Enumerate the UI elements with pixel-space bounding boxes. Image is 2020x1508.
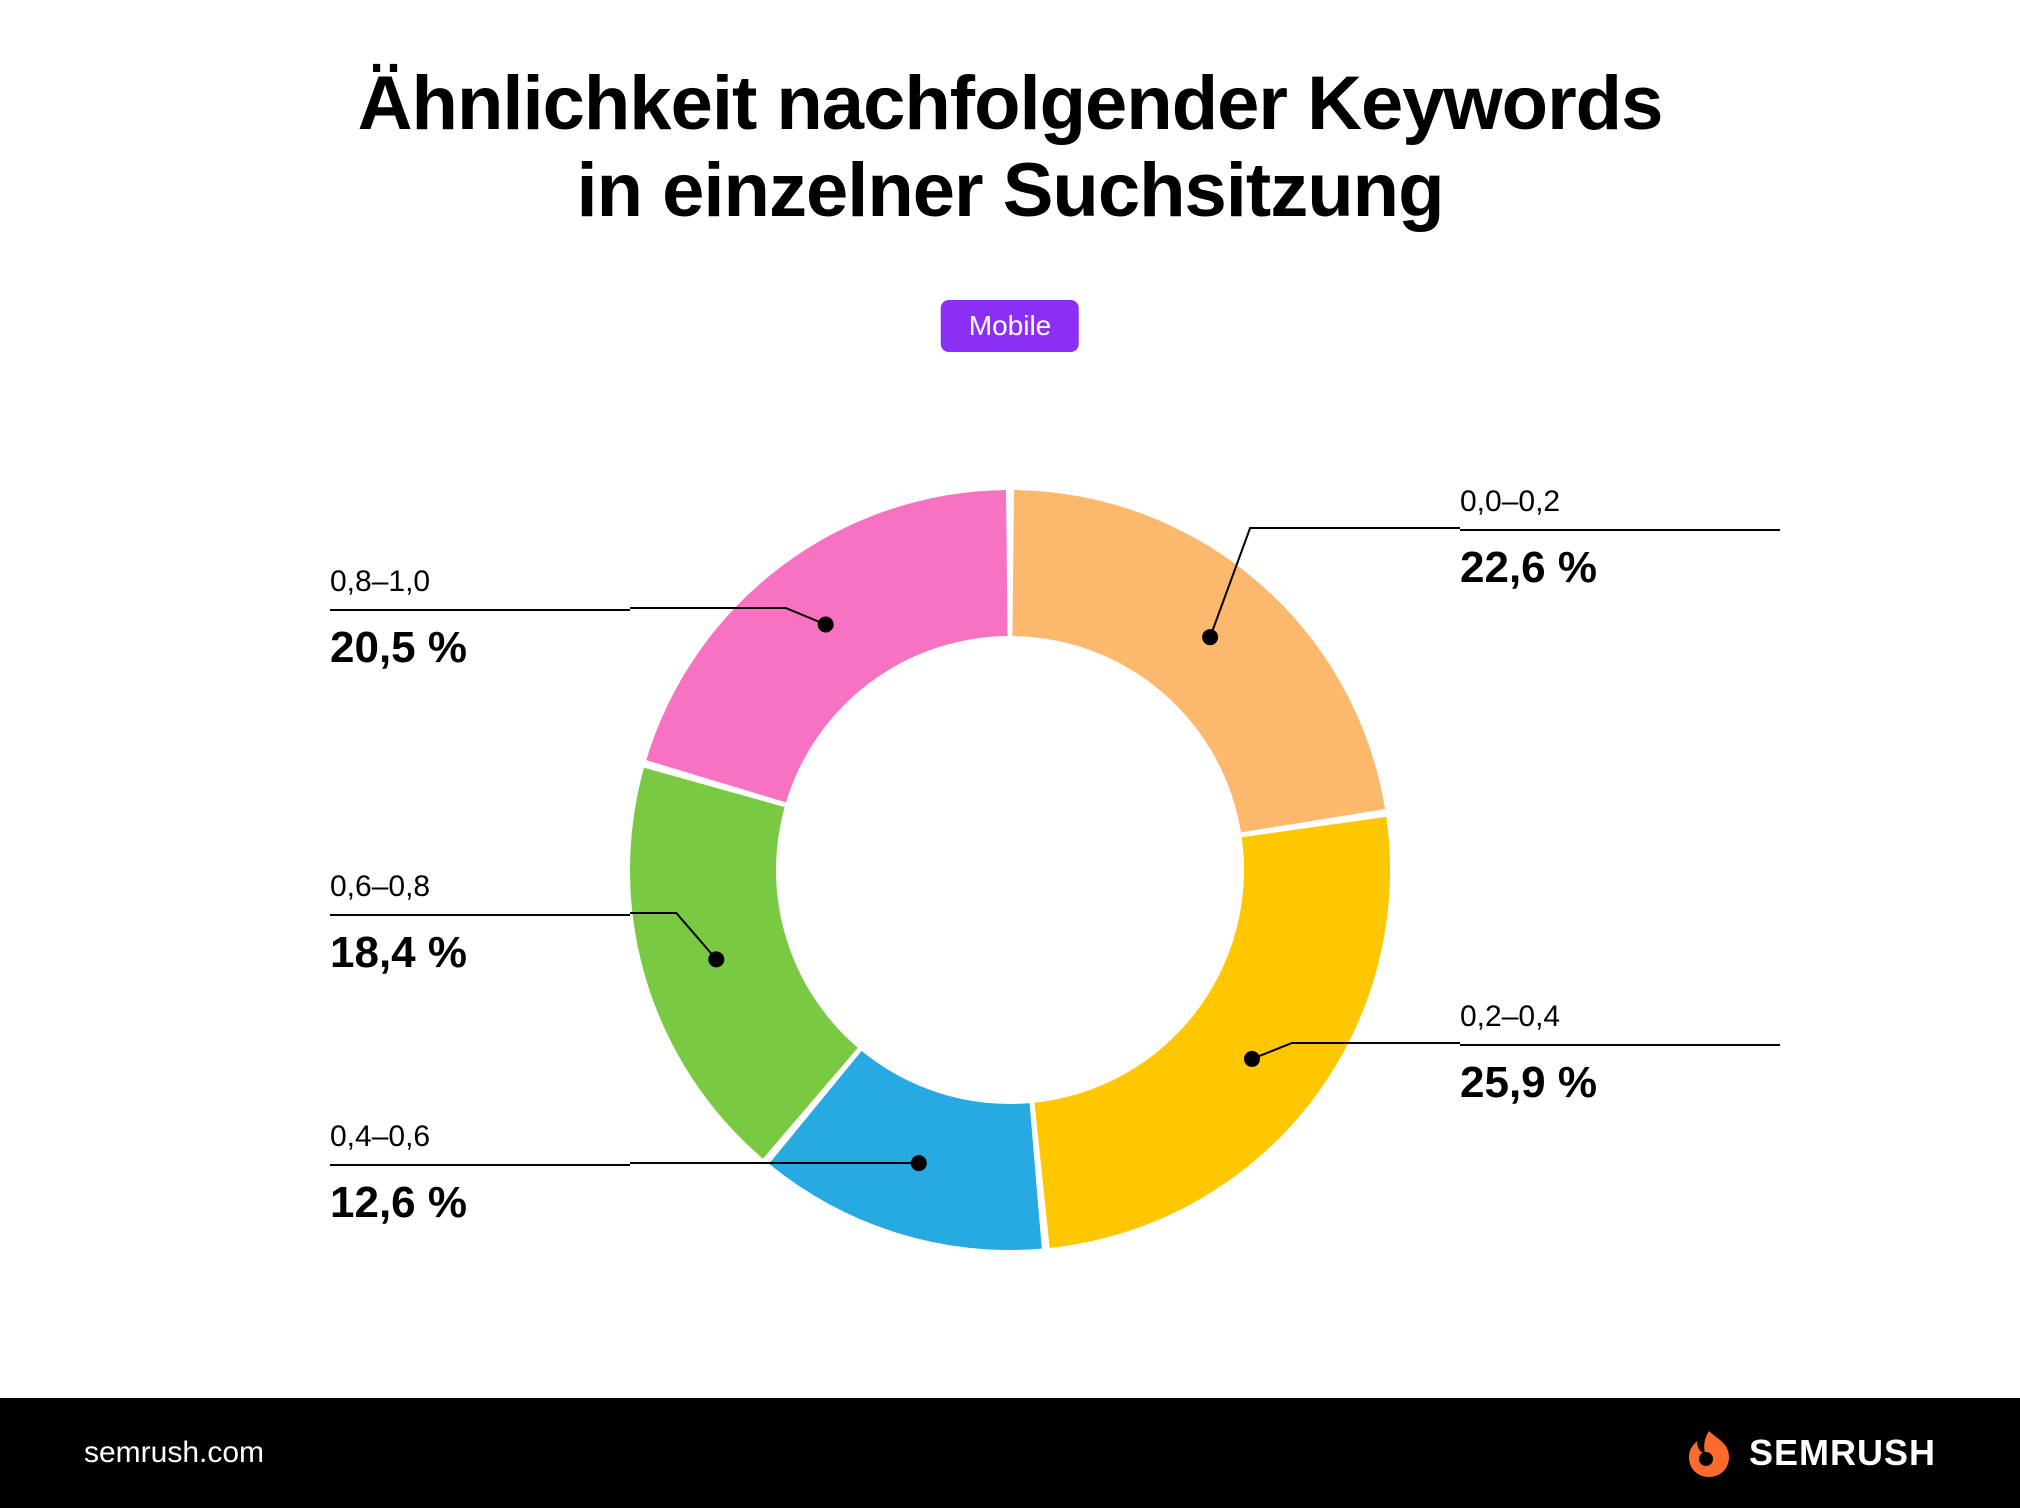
leader-dot-2 (911, 1155, 927, 1171)
callout-4-range: 0,8–1,0 (330, 565, 630, 609)
donut-chart: 0,0–0,2 22,6 % 0,2–0,4 25,9 % 0,4–0,6 12… (0, 390, 2020, 1350)
callout-3-range: 0,6–0,8 (330, 870, 630, 914)
callout-rule (1460, 1044, 1780, 1046)
brand-name: SEMRUSH (1749, 1432, 1936, 1474)
fire-icon (1683, 1427, 1735, 1479)
callout-2: 0,4–0,6 12,6 % (330, 1120, 630, 1228)
callout-1-value: 25,9 % (1460, 1058, 1780, 1108)
callout-0: 0,0–0,2 22,6 % (1460, 485, 1780, 593)
chart-title-line1: Ähnlichkeit nachfolgender Keywords (358, 61, 1663, 146)
leader-dot-3 (708, 951, 724, 967)
callout-rule (330, 1164, 630, 1166)
callout-0-range: 0,0–0,2 (1460, 485, 1780, 529)
leader-dot-0 (1202, 629, 1218, 645)
callout-1-range: 0,2–0,4 (1460, 1000, 1780, 1044)
callout-4-value: 20,5 % (330, 623, 630, 673)
footer-bar: semrush.com SEMRUSH (0, 1398, 2020, 1508)
callout-rule (330, 914, 630, 916)
callout-0-value: 22,6 % (1460, 543, 1780, 593)
series-badge: Mobile (941, 300, 1079, 352)
footer-site: semrush.com (84, 1436, 264, 1470)
callout-2-range: 0,4–0,6 (330, 1120, 630, 1164)
donut-slice-0 (1012, 490, 1385, 832)
donut-slice-4 (646, 490, 1007, 802)
chart-title: Ähnlichkeit nachfolgender Keywords in ei… (0, 60, 2020, 235)
callout-rule (1460, 529, 1780, 531)
callout-4: 0,8–1,0 20,5 % (330, 565, 630, 673)
callout-rule (330, 609, 630, 611)
callout-1: 0,2–0,4 25,9 % (1460, 1000, 1780, 1108)
callout-3: 0,6–0,8 18,4 % (330, 870, 630, 978)
callout-3-value: 18,4 % (330, 928, 630, 978)
donut-slice-1 (1034, 817, 1390, 1248)
leader-dot-1 (1244, 1051, 1260, 1067)
callout-2-value: 12,6 % (330, 1178, 630, 1228)
chart-title-line2: in einzelner Suchsitzung (577, 148, 1444, 233)
leader-dot-4 (818, 616, 834, 632)
brand-logo: SEMRUSH (1683, 1427, 1936, 1479)
